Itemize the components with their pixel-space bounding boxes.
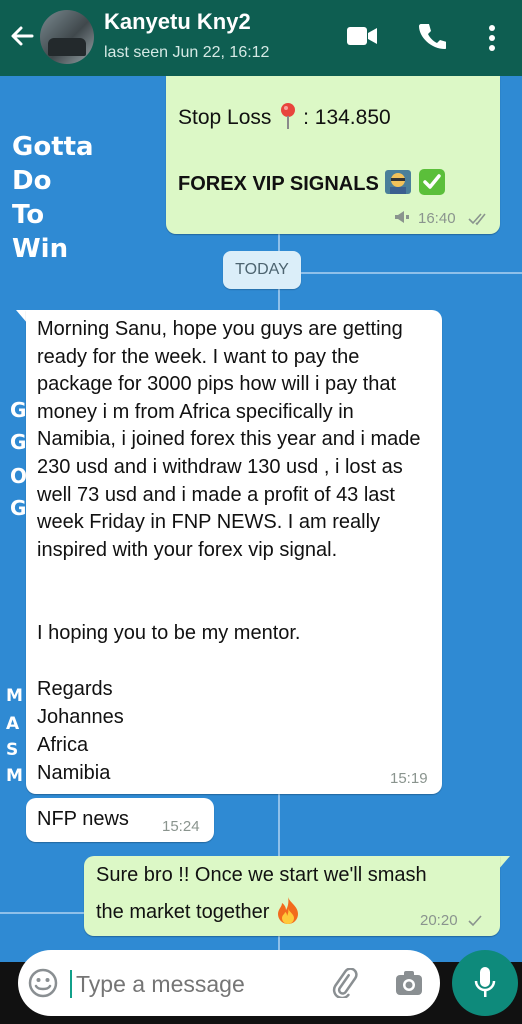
outgoing-message[interactable]: Stop Loss : 134.850 FOREX VIP SIGNALS 16… bbox=[166, 76, 500, 234]
message-input[interactable] bbox=[74, 964, 318, 1004]
check-mark-emoji-icon bbox=[418, 168, 446, 196]
outgoing-message[interactable]: Sure bro !! Once we start we'll smash th… bbox=[84, 856, 500, 936]
phone-icon[interactable] bbox=[418, 22, 447, 55]
wallpaper-word: To bbox=[12, 200, 45, 230]
message-line: Sure bro !! Once we start we'll smash bbox=[96, 864, 427, 886]
back-arrow-icon[interactable] bbox=[8, 22, 36, 50]
video-call-icon[interactable] bbox=[346, 24, 378, 53]
wallpaper-letter: A bbox=[6, 714, 20, 734]
message-time: 20:20 bbox=[420, 912, 458, 929]
date-chip: TODAY bbox=[223, 251, 301, 289]
wallpaper-letter: G bbox=[10, 496, 27, 520]
message-text: NFP news bbox=[37, 808, 129, 830]
message-line: FOREX VIP SIGNALS bbox=[178, 168, 446, 199]
message-time: 15:19 bbox=[390, 770, 428, 787]
fire-emoji-icon bbox=[275, 896, 301, 924]
double-tick-icon bbox=[468, 212, 488, 231]
chat-header: Kanyetu Kny2 last seen Jun 22, 16:12 bbox=[0, 0, 522, 76]
signature-line: Namibia bbox=[37, 762, 111, 784]
teacher-emoji-icon bbox=[384, 168, 412, 196]
message-line: the market together bbox=[96, 896, 301, 927]
incoming-message[interactable]: Morning Sanu, hope you guys are getting … bbox=[26, 310, 442, 794]
contact-name[interactable]: Kanyetu Kny2 bbox=[104, 9, 251, 35]
wallpaper-letter: M bbox=[6, 766, 23, 786]
avatar[interactable] bbox=[40, 10, 94, 64]
pin-icon bbox=[279, 102, 297, 130]
incoming-message[interactable]: NFP news 15:24 bbox=[26, 798, 214, 842]
mic-button[interactable] bbox=[452, 950, 518, 1016]
more-vert-icon[interactable] bbox=[486, 24, 498, 57]
single-tick-icon bbox=[468, 914, 482, 933]
wallpaper-word: Win bbox=[12, 234, 69, 264]
camera-icon[interactable] bbox=[394, 968, 424, 1003]
message-time: 15:24 bbox=[162, 818, 200, 835]
wallpaper-letter: S bbox=[6, 740, 19, 760]
stop-loss-label: Stop Loss bbox=[178, 106, 272, 129]
signal-title: FOREX VIP SIGNALS bbox=[178, 173, 379, 195]
wallpaper-letter: O bbox=[10, 464, 28, 488]
wallpaper-line bbox=[300, 272, 522, 274]
mic-icon bbox=[473, 966, 497, 1005]
signature-line: Africa bbox=[37, 734, 89, 756]
message-input-bar[interactable] bbox=[18, 950, 440, 1016]
wallpaper-letter: G bbox=[10, 398, 27, 422]
stop-loss-value: : 134.850 bbox=[303, 106, 391, 129]
wallpaper-letter: G bbox=[10, 430, 27, 454]
attach-icon[interactable] bbox=[330, 967, 360, 1003]
text-caret bbox=[70, 970, 72, 998]
message-time: 16:40 bbox=[418, 210, 456, 227]
message-text: the market together bbox=[96, 901, 270, 923]
wallpaper-letter: M bbox=[6, 686, 23, 706]
last-seen-status: last seen Jun 22, 16:12 bbox=[104, 44, 270, 61]
signature-line: Johannes bbox=[37, 706, 124, 728]
message-paragraph: Morning Sanu, hope you guys are getting … bbox=[37, 318, 421, 561]
signature-line: Regards bbox=[37, 678, 113, 700]
wallpaper-word: Gotta bbox=[12, 132, 94, 162]
emoji-icon[interactable] bbox=[28, 968, 58, 1003]
message-line: Stop Loss : 134.850 bbox=[178, 102, 391, 132]
message-paragraph: I hoping you to be my mentor. bbox=[37, 622, 301, 644]
broadcast-icon bbox=[394, 210, 410, 229]
wallpaper-word: Do bbox=[12, 166, 52, 196]
